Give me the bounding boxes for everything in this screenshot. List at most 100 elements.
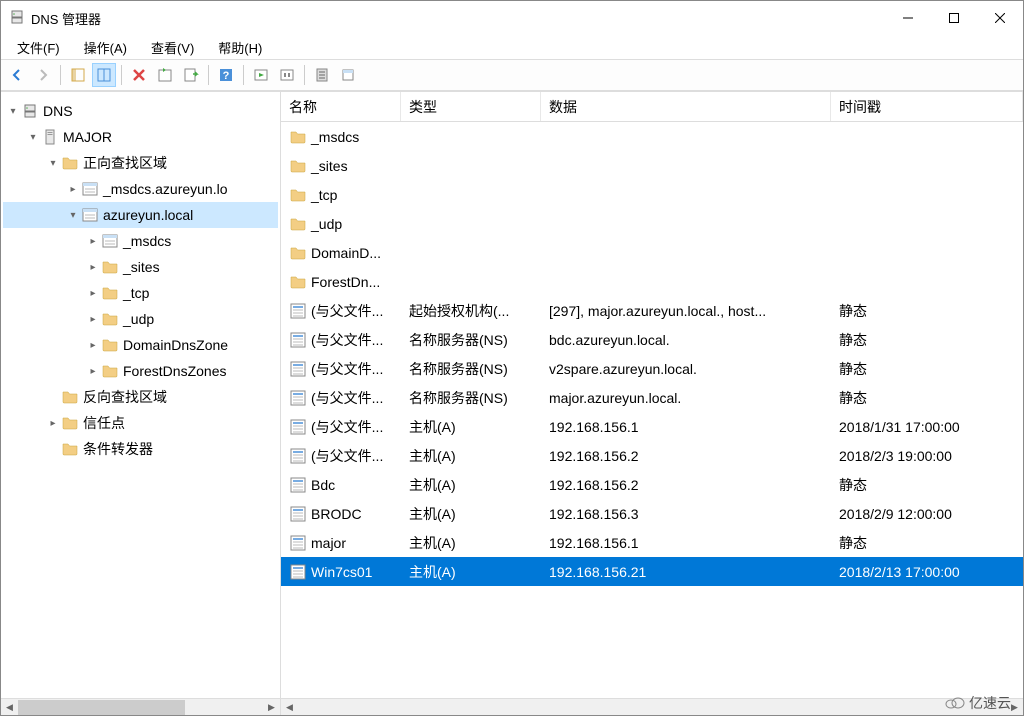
list-row[interactable]: (与父文件...主机(A)192.168.156.12018/1/31 17:0…: [281, 412, 1023, 441]
tree-scrollbar-horizontal[interactable]: ◀ ▶: [1, 698, 280, 715]
tree-sub-domaindns[interactable]: ▸ DomainDnsZone: [3, 332, 278, 358]
delete-button[interactable]: [127, 63, 151, 87]
tree-sub-msdcs[interactable]: ▸ _msdcs: [3, 228, 278, 254]
tree-reverse-zones[interactable]: 反向查找区域: [3, 384, 278, 410]
folder-icon: [101, 258, 119, 276]
tree-panel[interactable]: ▾ DNS ▾ MAJOR ▾ 正向查找区域 ▸ _msdcs.azureyun…: [1, 92, 281, 715]
list-row[interactable]: _msdcs: [281, 122, 1023, 151]
minimize-button[interactable]: [885, 1, 931, 35]
record-type: 主机(A): [401, 417, 541, 437]
record-icon: [289, 331, 307, 349]
expand-icon[interactable]: ▾: [25, 129, 41, 145]
back-button[interactable]: [5, 63, 29, 87]
record-data: [297], major.azureyun.local., host...: [541, 303, 831, 319]
column-data[interactable]: 数据: [541, 92, 831, 121]
record-timestamp: 静态: [831, 330, 1023, 350]
extra-button-2[interactable]: [275, 63, 299, 87]
tree-sub-tcp[interactable]: ▸ _tcp: [3, 280, 278, 306]
tree-zone-msdcs[interactable]: ▸ _msdcs.azureyun.lo: [3, 176, 278, 202]
folder-icon: [289, 273, 307, 291]
record-icon: [289, 476, 307, 494]
help-button[interactable]: ?: [214, 63, 238, 87]
expand-icon[interactable]: ▸: [65, 181, 81, 197]
tree-sub-sites[interactable]: ▸ _sites: [3, 254, 278, 280]
folder-icon: [101, 310, 119, 328]
list-row[interactable]: _tcp: [281, 180, 1023, 209]
close-button[interactable]: [977, 1, 1023, 35]
list-row[interactable]: _sites: [281, 151, 1023, 180]
list-row[interactable]: (与父文件...起始授权机构(...[297], major.azureyun.…: [281, 296, 1023, 325]
record-data: v2spare.azureyun.local.: [541, 361, 831, 377]
expand-icon[interactable]: ▸: [85, 311, 101, 327]
tree-zone-azureyun[interactable]: ▾ azureyun.local: [3, 202, 278, 228]
expand-icon[interactable]: ▸: [85, 259, 101, 275]
expand-icon[interactable]: ▾: [5, 103, 21, 119]
refresh-button[interactable]: [153, 63, 177, 87]
tree-sub-udp[interactable]: ▸ _udp: [3, 306, 278, 332]
expand-icon[interactable]: ▸: [85, 363, 101, 379]
list-row[interactable]: (与父文件...名称服务器(NS)v2spare.azureyun.local.…: [281, 354, 1023, 383]
tree-root-dns[interactable]: ▾ DNS: [3, 98, 278, 124]
scroll-right-icon[interactable]: ▶: [263, 699, 280, 716]
dns-manager-window: DNS 管理器 文件(F) 操作(A) 查看(V) 帮助(H): [0, 0, 1024, 716]
expand-icon[interactable]: ▸: [45, 415, 61, 431]
column-timestamp[interactable]: 时间戳: [831, 92, 1023, 121]
new-window-button[interactable]: [336, 63, 360, 87]
scroll-left-icon[interactable]: ◀: [1, 699, 18, 716]
menu-file[interactable]: 文件(F): [5, 36, 72, 59]
zone-icon: [81, 206, 99, 224]
list-row[interactable]: DomainD...: [281, 238, 1023, 267]
column-type[interactable]: 类型: [401, 92, 541, 121]
folder-icon: [289, 128, 307, 146]
list-row[interactable]: BRODC主机(A)192.168.156.32018/2/9 12:00:00: [281, 499, 1023, 528]
list-body[interactable]: _msdcs _sites _tcp _udpDomainD...ForestDn..…: [281, 122, 1023, 715]
maximize-button[interactable]: [931, 1, 977, 35]
menu-help[interactable]: 帮助(H): [206, 36, 274, 59]
expand-icon[interactable]: ▸: [85, 285, 101, 301]
record-type: 主机(A): [401, 504, 541, 524]
menu-view[interactable]: 查看(V): [139, 36, 206, 59]
show-tree-button[interactable]: [66, 63, 90, 87]
scroll-left-icon[interactable]: ◀: [281, 699, 298, 716]
list-panel: 名称 类型 数据 时间戳 _msdcs _sites _tcp _udpDomainD…: [281, 92, 1023, 715]
list-row[interactable]: _udp: [281, 209, 1023, 238]
record-name: _sites: [311, 158, 348, 174]
list-row[interactable]: (与父文件...名称服务器(NS)major.azureyun.local.静态: [281, 383, 1023, 412]
folder-icon: [61, 440, 79, 458]
window-title: DNS 管理器: [31, 9, 101, 28]
export-button[interactable]: [179, 63, 203, 87]
forward-button[interactable]: [31, 63, 55, 87]
column-name[interactable]: 名称: [281, 92, 401, 121]
list-row[interactable]: Bdc主机(A)192.168.156.2静态: [281, 470, 1023, 499]
scroll-right-icon[interactable]: ▶: [1006, 699, 1023, 716]
expand-icon[interactable]: ▾: [45, 155, 61, 171]
list-row[interactable]: Win7cs01主机(A)192.168.156.212018/2/13 17:…: [281, 557, 1023, 586]
folder-icon: [61, 154, 79, 172]
tree-server[interactable]: ▾ MAJOR: [3, 124, 278, 150]
record-data: major.azureyun.local.: [541, 390, 831, 406]
expand-icon[interactable]: ▸: [85, 233, 101, 249]
properties-pane-button[interactable]: [92, 63, 116, 87]
list-row[interactable]: (与父文件...名称服务器(NS)bdc.azureyun.local.静态: [281, 325, 1023, 354]
list-row[interactable]: (与父文件...主机(A)192.168.156.22018/2/3 19:00…: [281, 441, 1023, 470]
list-scrollbar-horizontal[interactable]: ◀ ▶: [281, 698, 1023, 715]
list-row[interactable]: ForestDn...: [281, 267, 1023, 296]
record-data: 192.168.156.2: [541, 477, 831, 493]
record-timestamp: 静态: [831, 388, 1023, 408]
list-row[interactable]: major主机(A)192.168.156.1静态: [281, 528, 1023, 557]
record-name: _msdcs: [311, 129, 359, 145]
menu-action[interactable]: 操作(A): [72, 36, 139, 59]
expand-icon[interactable]: ▾: [65, 207, 81, 223]
record-data: 192.168.156.1: [541, 419, 831, 435]
tree-cond-forwarders[interactable]: 条件转发器: [3, 436, 278, 462]
tree-forward-zones[interactable]: ▾ 正向查找区域: [3, 150, 278, 176]
tree-sub-forestdns[interactable]: ▸ ForestDnsZones: [3, 358, 278, 384]
expand-icon[interactable]: ▸: [85, 337, 101, 353]
filter-button[interactable]: [310, 63, 334, 87]
folder-icon: [61, 414, 79, 432]
extra-button-1[interactable]: [249, 63, 273, 87]
scroll-thumb[interactable]: [18, 700, 185, 715]
record-name: _tcp: [311, 187, 337, 203]
tree-trust-points[interactable]: ▸ 信任点: [3, 410, 278, 436]
record-data: 192.168.156.3: [541, 506, 831, 522]
